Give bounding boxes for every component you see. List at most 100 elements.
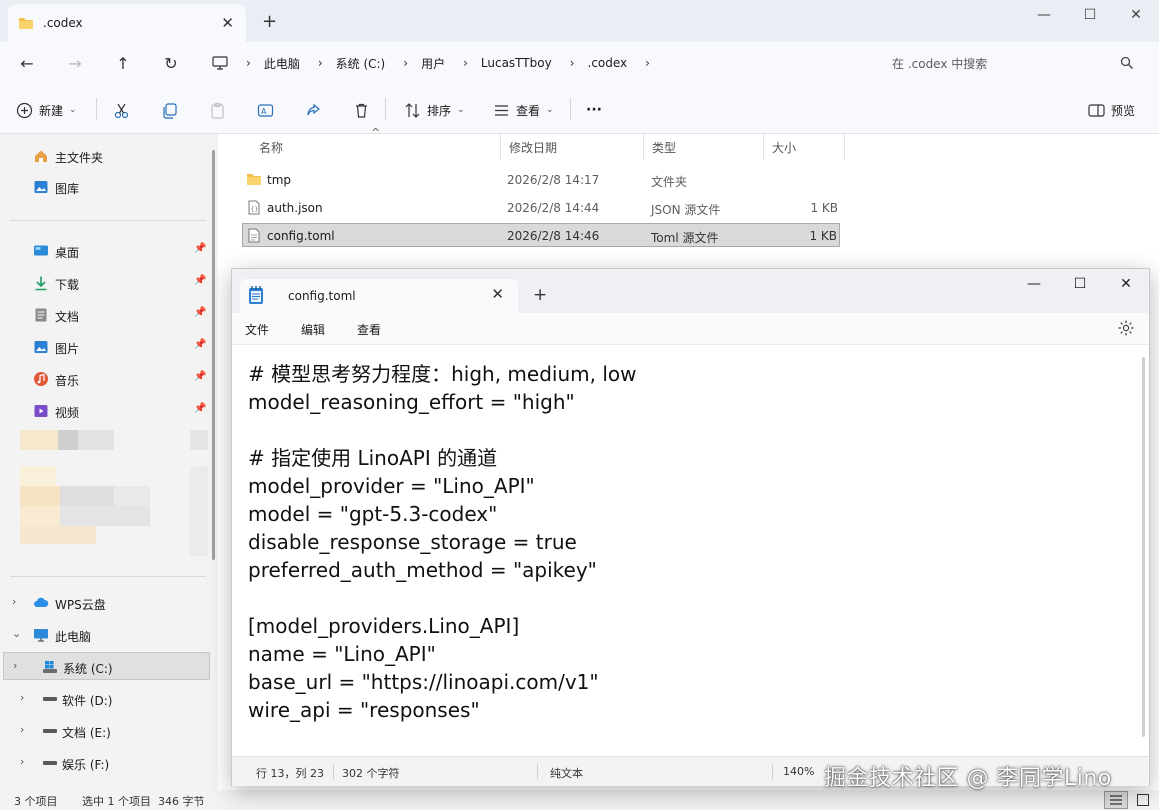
share-button[interactable] — [305, 100, 322, 120]
explorer-tab[interactable]: .codex ✕ — [8, 4, 246, 42]
sidebar-item-pictures[interactable]: 图片 📌 — [0, 333, 216, 361]
column-header-type[interactable]: 类型 — [644, 134, 764, 160]
gear-icon[interactable] — [1117, 319, 1135, 337]
sidebar-item-drive-d[interactable]: › 软件 (D:) — [0, 685, 216, 713]
sort-button[interactable]: 排序 ⌄ — [404, 100, 465, 120]
chevron-right-icon[interactable]: › — [20, 691, 24, 704]
file-size: 1 KB — [809, 229, 837, 243]
close-tab-icon[interactable]: ✕ — [491, 285, 504, 303]
file-row-auth-json[interactable]: {} auth.json 2026/2/8 14:44 JSON 源文件 1 K… — [242, 196, 840, 220]
up-arrow-icon[interactable]: ↑ — [109, 51, 137, 75]
selection-info: 选中 1 个项目 346 字节 — [82, 795, 205, 808]
file-row-config-toml[interactable]: config.toml 2026/2/8 14:46 Toml 源文件 1 KB — [242, 223, 840, 247]
details-view-icon[interactable] — [1104, 791, 1128, 809]
sidebar-item-music[interactable]: 音乐 📌 — [0, 365, 216, 393]
editor-scrollbar[interactable] — [1142, 357, 1145, 737]
pin-icon[interactable]: 📌 — [194, 307, 206, 318]
tiles-view-icon[interactable] — [1132, 791, 1154, 809]
maximize-icon[interactable]: ☐ — [1067, 0, 1113, 30]
sidebar-item-wps-cloud[interactable]: › WPS云盘 — [0, 589, 216, 617]
file-name: auth.json — [267, 201, 323, 215]
sidebar-scrollbar[interactable] — [212, 150, 215, 560]
delete-button[interactable] — [353, 100, 370, 120]
refresh-icon[interactable]: ↻ — [157, 51, 185, 75]
pin-icon[interactable]: 📌 — [194, 371, 206, 382]
cut-button[interactable] — [113, 100, 130, 120]
menu-file[interactable]: 文件 — [245, 321, 269, 338]
text-format: 纯文本 — [550, 767, 583, 780]
breadcrumb-users[interactable]: 用户 — [421, 55, 445, 72]
copy-button[interactable] — [161, 100, 178, 120]
scissors-icon — [114, 103, 129, 118]
view-button[interactable]: 查看 ⌄ — [493, 100, 554, 120]
sidebar-item-home[interactable]: 主文件夹 — [0, 142, 216, 170]
close-window-icon[interactable]: ✕ — [1113, 0, 1159, 30]
search-icon[interactable] — [1120, 56, 1134, 70]
pin-icon[interactable]: 📌 — [194, 275, 206, 286]
sidebar-item-gallery[interactable]: 图库 — [0, 173, 216, 201]
menu-edit[interactable]: 编辑 — [301, 321, 325, 338]
column-header-name[interactable]: 名称 ^ — [251, 126, 501, 160]
sidebar-item-drive-f[interactable]: › 娱乐 (F:) — [0, 749, 216, 777]
pin-icon[interactable]: 📌 — [194, 243, 206, 254]
new-tab-icon[interactable]: + — [533, 285, 547, 305]
column-header-size[interactable]: 大小 — [764, 134, 845, 160]
new-tab-icon[interactable]: + — [262, 11, 277, 32]
sidebar-item-downloads[interactable]: 下载 📌 — [0, 269, 216, 297]
close-tab-icon[interactable]: ✕ — [221, 14, 234, 32]
preview-pane-button[interactable]: 预览 — [1088, 100, 1135, 120]
rename-button[interactable]: A — [257, 100, 274, 120]
editor-line: model_reasoning_effort = "high" — [248, 390, 575, 414]
sidebar-item-label: 音乐 — [55, 374, 80, 388]
chevron-right-icon[interactable]: › — [20, 755, 24, 768]
document-icon — [35, 308, 47, 322]
pin-icon[interactable]: 📌 — [194, 403, 206, 414]
sidebar-item-desktop[interactable]: 桌面 📌 — [0, 237, 216, 265]
zoom-level[interactable]: 140% — [783, 765, 814, 778]
forward-arrow-icon[interactable]: → — [61, 51, 89, 75]
sidebar-item-documents[interactable]: 文档 📌 — [0, 301, 216, 329]
notepad-tab[interactable]: config.toml ✕ — [240, 279, 518, 313]
close-window-icon[interactable]: ✕ — [1103, 269, 1149, 299]
breadcrumb-codex[interactable]: .codex — [588, 56, 628, 70]
chevron-right-icon[interactable]: › — [20, 723, 24, 736]
new-button[interactable]: 新建 ⌄ — [16, 100, 77, 120]
sidebar-item-videos[interactable]: 视频 📌 — [0, 397, 216, 425]
file-row-tmp[interactable]: tmp 2026/2/8 14:17 文件夹 — [242, 168, 840, 192]
explorer-window-controls: — ☐ ✕ — [1021, 0, 1159, 30]
search-box[interactable]: 在 .codex 中搜索 — [880, 48, 1148, 78]
breadcrumb-separator-icon: › — [246, 56, 251, 70]
sidebar-item-label: 此电脑 — [55, 630, 92, 644]
back-arrow-icon[interactable]: ← — [13, 51, 41, 75]
sidebar-item-drive-e[interactable]: › 文档 (E:) — [0, 717, 216, 745]
minimize-icon[interactable]: — — [1011, 269, 1057, 299]
editor-line: model = "gpt-5.3-codex" — [248, 502, 498, 526]
chevron-right-icon[interactable]: › — [12, 595, 16, 608]
chevron-down-icon[interactable]: ⌄ — [12, 627, 21, 640]
column-header-label: 修改日期 — [509, 140, 558, 155]
breadcrumb-system-c[interactable]: 系统 (C:) — [336, 55, 386, 72]
more-options-button[interactable]: ··· — [586, 100, 602, 120]
pin-icon[interactable]: 📌 — [194, 339, 206, 350]
json-file-icon: {} — [248, 200, 260, 215]
paste-button[interactable] — [209, 100, 226, 120]
sidebar-item-this-pc[interactable]: ⌄ 此电脑 — [0, 621, 216, 649]
maximize-icon[interactable]: ☐ — [1057, 269, 1103, 299]
breadcrumb-user[interactable]: LucasTTboy — [481, 56, 552, 70]
copy-icon — [163, 102, 177, 119]
file-type: Toml 源文件 — [651, 231, 719, 245]
address-breadcrumb[interactable]: › 此电脑 › 系统 (C:) › 用户 › LucasTTboy › .cod… — [202, 48, 862, 78]
editor-line: base_url = "https://linoapi.com/v1" — [248, 670, 599, 694]
file-name: tmp — [267, 173, 292, 187]
column-header-date[interactable]: 修改日期 — [501, 134, 644, 160]
menu-view[interactable]: 查看 — [357, 321, 381, 338]
drive-icon — [43, 729, 57, 733]
chevron-right-icon[interactable]: › — [13, 659, 17, 672]
sidebar-item-label: 桌面 — [55, 246, 80, 260]
breadcrumb-this-pc[interactable]: 此电脑 — [264, 55, 300, 72]
sidebar-item-drive-c[interactable]: › 系统 (C:) — [3, 652, 210, 680]
text-editor[interactable]: # 模型思考努力程度：high, medium, low model_reaso… — [232, 346, 1149, 754]
minimize-icon[interactable]: — — [1021, 0, 1067, 30]
computer-icon — [34, 629, 48, 642]
watermark-text: 掘金技术社区 @ 李同学Lino — [824, 766, 1112, 791]
